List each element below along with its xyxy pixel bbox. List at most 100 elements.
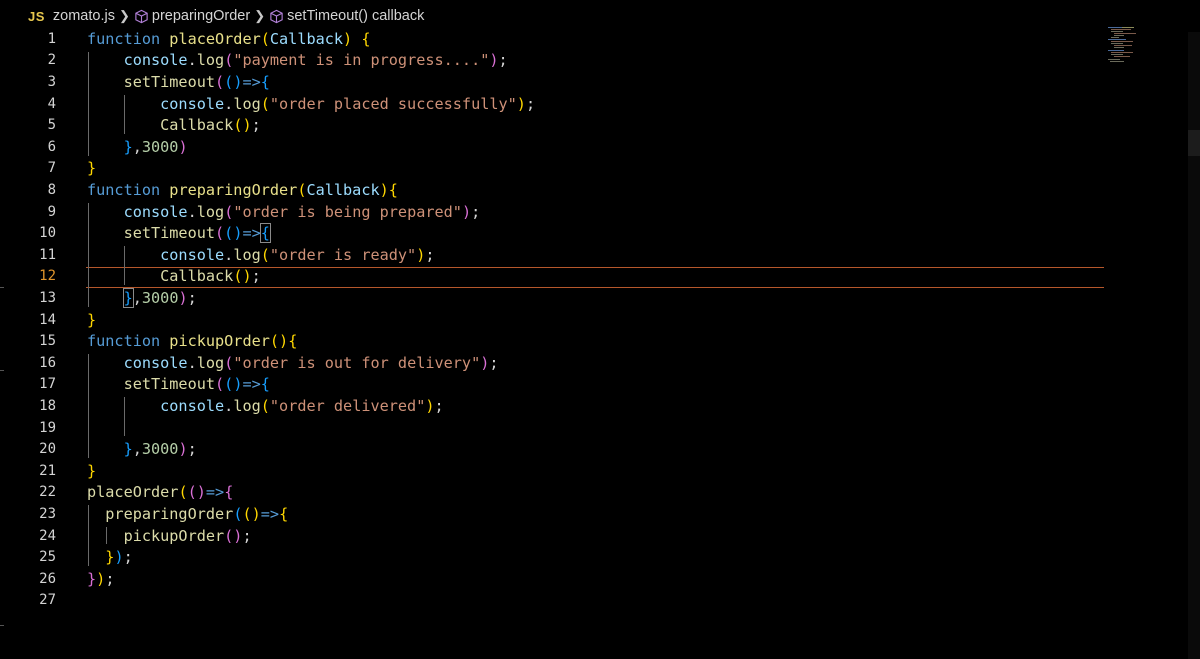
code-line[interactable]: 7} [0, 158, 1110, 180]
code-line[interactable]: 26}); [0, 568, 1110, 590]
code-line[interactable]: 20 },3000); [0, 438, 1110, 460]
code-line[interactable]: 3 setTimeout(()=>{ [0, 71, 1110, 93]
line-number: 5 [47, 117, 56, 134]
code-token: } [87, 548, 115, 567]
code-token: } [87, 159, 97, 178]
code-token: } [87, 569, 97, 588]
code-line[interactable]: 5 Callback(); [0, 114, 1110, 136]
minimap[interactable] [1108, 26, 1148, 66]
code-line[interactable]: 10 setTimeout(()=>{ [0, 222, 1110, 244]
code-line[interactable]: 16 console.log("order is out for deliver… [0, 352, 1110, 374]
code-line[interactable]: 23 preparingOrder(()=>{ [0, 503, 1110, 525]
code-line[interactable]: 13 },3000); [0, 287, 1110, 309]
code-token: } [87, 137, 133, 156]
code-text: pickupOrder(); [87, 527, 252, 545]
code-token: () [269, 332, 289, 351]
gutter-marker [0, 625, 4, 626]
gutter-marker [0, 287, 4, 288]
code-text: Callback(); [87, 116, 261, 134]
code-line[interactable]: 22 placeOrder(()=>{ [0, 482, 1110, 504]
code-text: }); [87, 570, 114, 588]
gutter-marker [0, 370, 4, 371]
indent-guide [88, 354, 89, 458]
code-token: ; [251, 267, 261, 286]
code-token: ) [343, 29, 362, 48]
vertical-scrollbar[interactable] [1188, 32, 1200, 659]
code-token: 3000 [141, 440, 179, 459]
code-token: ; [489, 353, 499, 372]
method-cube-icon [135, 9, 148, 23]
code-token: } [87, 461, 97, 480]
code-token: , [132, 288, 142, 307]
code-token: Callback [87, 267, 234, 286]
line-number: 12 [39, 268, 56, 285]
code-token: . [224, 396, 234, 415]
breadcrumb-function[interactable]: preparingOrder [134, 8, 250, 24]
line-number: 23 [39, 505, 56, 522]
code-line[interactable]: 19 [0, 417, 1110, 439]
code-line[interactable]: 12 Callback(); [0, 266, 1110, 288]
code-token: ( [260, 29, 270, 48]
code-line[interactable]: 1 function placeOrder(Callback) { [0, 28, 1110, 50]
breadcrumb-callback[interactable]: setTimeout() callback [269, 8, 424, 24]
code-editor[interactable]: 1 function placeOrder(Callback) {2 consol… [0, 28, 1200, 659]
code-token: => [242, 72, 261, 91]
code-token: () [224, 526, 243, 545]
code-line[interactable]: 9 console.log("order is being prepared")… [0, 201, 1110, 223]
code-text: function preparingOrder(Callback){ [87, 181, 398, 199]
code-line[interactable]: 21} [0, 460, 1110, 482]
code-text: console.log("payment is in progress...."… [87, 51, 508, 69]
code-text: } [87, 462, 96, 480]
code-token: function [87, 180, 170, 199]
code-text: preparingOrder(()=>{ [87, 505, 288, 523]
code-token: } [122, 287, 134, 308]
code-token: setTimeout [87, 72, 216, 91]
code-token: setTimeout [87, 224, 216, 243]
code-line[interactable]: 4 console.log("order placed successfully… [0, 93, 1110, 115]
indent-guide [124, 94, 126, 134]
code-token: ; [471, 202, 481, 221]
code-token: ; [434, 396, 444, 415]
code-text: } [87, 311, 96, 329]
code-token: { [388, 180, 398, 199]
code-token: , [132, 440, 142, 459]
code-token: ) [461, 202, 472, 221]
code-line[interactable]: 2 console.log("payment is in progress...… [0, 50, 1110, 72]
code-token: ; [187, 440, 197, 459]
code-token: => [205, 483, 225, 502]
code-token: console [87, 202, 188, 221]
line-number: 7 [47, 160, 56, 177]
code-token: console [87, 245, 225, 264]
line-number: 11 [39, 246, 56, 263]
line-number: 8 [47, 181, 56, 198]
code-line[interactable]: 11 console.log("order is ready"); [0, 244, 1110, 266]
code-line[interactable]: 24 pickupOrder(); [0, 525, 1110, 547]
code-line[interactable]: 6 },3000) [0, 136, 1110, 158]
breadcrumb-file[interactable]: zomato.js [53, 8, 115, 24]
code-token: { [259, 223, 271, 244]
code-token: ( [215, 72, 225, 91]
code-token: ( [260, 245, 270, 264]
code-text: placeOrder(()=>{ [87, 483, 233, 501]
code-token: ) [416, 245, 426, 264]
chevron-right-icon: ❯ [254, 8, 266, 23]
code-token: , [132, 137, 142, 156]
code-token: } [87, 310, 97, 329]
code-line[interactable]: 14} [0, 309, 1110, 331]
code-token: . [224, 94, 234, 113]
code-token: 3000 [141, 137, 179, 156]
code-line[interactable]: 17 setTimeout(()=>{ [0, 374, 1110, 396]
code-token: . [187, 202, 197, 221]
code-token: () [242, 504, 261, 523]
code-text: setTimeout(()=>{ [87, 223, 271, 244]
code-token: => [242, 375, 261, 394]
scrollbar-thumb[interactable] [1188, 130, 1200, 156]
code-line[interactable]: 25 }); [0, 546, 1110, 568]
code-line[interactable]: 27 [0, 590, 1110, 612]
line-number: 21 [39, 462, 56, 479]
code-token: 3000 [141, 288, 179, 307]
code-line[interactable]: 15 function pickupOrder(){ [0, 330, 1110, 352]
code-line[interactable]: 8 function preparingOrder(Callback){ [0, 179, 1110, 201]
code-line[interactable]: 18 console.log("order delivered"); [0, 395, 1110, 417]
